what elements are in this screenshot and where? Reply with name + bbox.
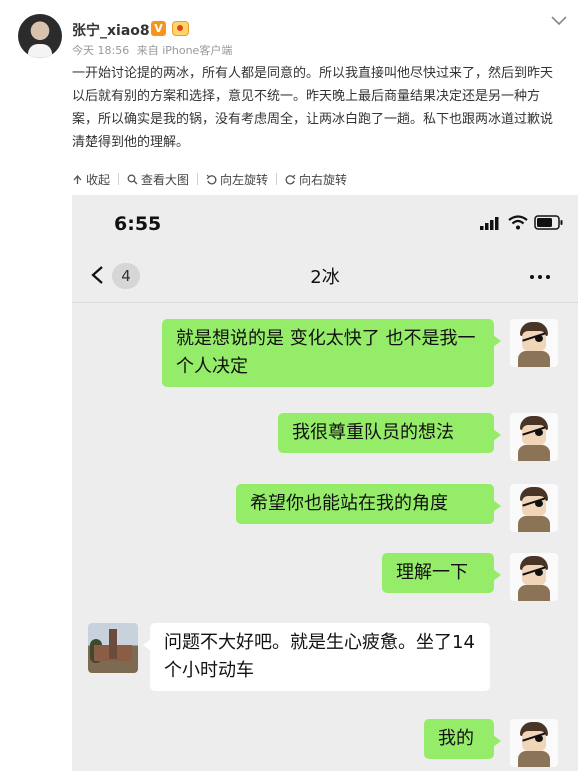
view-large-button[interactable]: 查看大图 [127,171,197,188]
contact-avatar[interactable] [88,623,138,673]
my-message-bubble: 理解一下 [382,553,501,593]
wifi-icon [508,215,528,230]
collapse-icon [73,174,82,184]
my-message-bubble: 希望你也能站在我的角度 [236,484,501,524]
my-message-bubble: 我很尊重队员的想法 [278,413,501,453]
chevron-down-icon[interactable] [550,14,568,28]
status-icons [480,215,564,230]
my-avatar[interactable] [510,319,558,367]
toolbar-divider [118,173,120,185]
user-avatar[interactable] [18,14,62,58]
collapse-button[interactable]: 收起 [72,171,118,188]
post-text: 一开始讨论提的两冰，所有人都是同意的。所以我直接叫他尽快过来了，然后到昨天以后就… [72,66,554,150]
my-avatar[interactable] [510,413,558,461]
toolbar-divider [276,173,278,185]
post-time: 今天 18:56 [72,44,130,57]
header-divider [72,302,578,303]
my-avatar[interactable] [510,484,558,532]
my-message-bubble: 就是想说的是 变化太快了 也不是我一个人决定 [162,319,501,387]
verified-badge-icon: V [151,21,166,36]
my-avatar[interactable] [510,553,558,601]
my-message-bubble: 我的 [424,719,501,759]
my-avatar[interactable] [510,719,558,767]
contact-message-bubble: 问题不大好吧。就是生心疲惫。坐了14个小时动车 [143,623,490,691]
rotate-right-label: 向右旋转 [299,172,348,187]
view-large-label: 查看大图 [141,172,190,187]
more-icon[interactable] [526,275,550,279]
rotate-left-icon [206,174,217,184]
post-meta: 今天 18:56 来自 iPhone客户端 [72,42,236,58]
chat-title: 2冰 [310,267,340,288]
rotate-right-button[interactable]: 向右旋转 [285,171,355,188]
toolbar-divider [197,173,199,185]
signal-icon [480,216,499,230]
weibo-post-header: 张宁_xiao8 V 今天 18:56 来自 iPhone客户端 一开始讨论提的… [0,0,578,165]
chat-screenshot[interactable]: 6:55 4 2冰 就是想说的是 变化太快了 也不是我一个人决定 我很尊重队员的… [72,195,578,771]
post-source[interactable]: 来自 iPhone客户端 [137,44,233,57]
status-time: 6:55 [114,213,162,235]
image-toolbar: 收起 查看大图 向左旋转 向右旋转 [72,170,355,188]
search-icon [127,174,138,184]
rotate-left-label: 向左旋转 [220,172,269,187]
medal-icon [172,21,189,36]
username[interactable]: 张宁_xiao8 [72,20,150,40]
collapse-label: 收起 [86,172,111,187]
rotate-left-button[interactable]: 向左旋转 [206,171,276,188]
battery-icon [534,215,563,230]
rotate-right-icon [285,174,296,184]
